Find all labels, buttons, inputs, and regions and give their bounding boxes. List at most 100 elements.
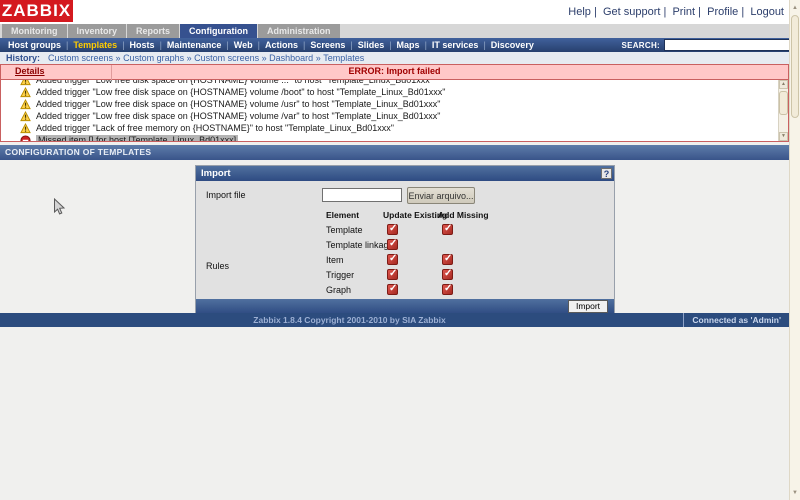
- import-panel-header: Import ?: [196, 166, 614, 181]
- log-row-error: Missed item [] for host [Template_Linux_…: [1, 134, 788, 141]
- page-scrollbar-thumb[interactable]: [791, 15, 799, 118]
- connected-as-text: Connected as 'Admin': [683, 313, 789, 327]
- tab-monitoring[interactable]: Monitoring: [2, 24, 67, 38]
- log-scrollbar[interactable]: ▲ ▼: [778, 80, 788, 141]
- copyright-text: Zabbix 1.8.4 Copyright 2001-2010 by SIA …: [253, 315, 446, 325]
- history-item-1[interactable]: Custom screens: [48, 53, 113, 63]
- checkbox-graph-update[interactable]: [387, 283, 398, 295]
- subnav-maps[interactable]: Maps: [384, 40, 420, 50]
- scroll-down-icon[interactable]: ▼: [790, 489, 800, 497]
- section-title-bar: CONFIGURATION OF TEMPLATES: [0, 145, 789, 160]
- rules-label: Rules: [206, 261, 230, 271]
- browse-file-button[interactable]: Enviar arquivo...: [407, 187, 475, 204]
- search-box: SEARCH:: [621, 39, 792, 51]
- rule-label: Item: [326, 254, 344, 265]
- import-log-list: Added trigger "Low free disk space on {H…: [1, 80, 788, 141]
- log-text: Added trigger "Low free disk space on {H…: [36, 111, 441, 121]
- subnav-slides[interactable]: Slides: [345, 40, 385, 50]
- subnav-hosts[interactable]: Hosts: [117, 40, 155, 50]
- mouse-cursor-icon: [53, 197, 66, 221]
- subnav-web[interactable]: Web: [221, 40, 253, 50]
- col-element: Element: [326, 210, 360, 220]
- search-label: SEARCH:: [621, 40, 660, 50]
- rule-row-trigger: Trigger: [326, 267, 614, 282]
- warning-icon: [20, 122, 31, 134]
- log-text: Added trigger "Low free disk space on {H…: [36, 80, 433, 85]
- help-link[interactable]: Help: [568, 6, 591, 18]
- subnav-discovery[interactable]: Discovery: [478, 40, 534, 50]
- logout-link[interactable]: Logout: [738, 6, 784, 18]
- subnav-maintenance[interactable]: Maintenance: [155, 40, 222, 50]
- col-update-existing: Update Existing: [383, 210, 448, 220]
- history-item-3[interactable]: Custom screens: [184, 53, 259, 63]
- tab-inventory[interactable]: Inventory: [67, 24, 127, 38]
- import-error-region: Details ERROR: Import failed Added trigg…: [0, 64, 789, 142]
- history-item-2[interactable]: Custom graphs: [113, 53, 184, 63]
- rules-table: Element Update Existing Add Missing Temp…: [326, 208, 614, 297]
- warning-icon: [20, 86, 31, 98]
- scroll-down-icon[interactable]: ▼: [779, 132, 788, 141]
- search-input[interactable]: [664, 39, 792, 51]
- log-row: Added trigger "Low free disk space on {H…: [1, 98, 788, 110]
- scroll-up-icon[interactable]: ▲: [779, 80, 788, 89]
- rule-label: Graph: [326, 284, 352, 295]
- error-banner: Details ERROR: Import failed: [1, 65, 788, 80]
- page-scrollbar[interactable]: ▲ ▼: [789, 0, 800, 500]
- tab-reports[interactable]: Reports: [127, 24, 180, 38]
- print-link[interactable]: Print: [660, 6, 695, 18]
- warning-icon: [20, 110, 31, 122]
- log-text-selected: Missed item [] for host [Template_Linux_…: [36, 135, 239, 141]
- checkbox-item-add[interactable]: [442, 253, 453, 265]
- tab-administration[interactable]: Administration: [258, 24, 340, 38]
- subnav-screens[interactable]: Screens: [298, 40, 345, 50]
- tab-configuration[interactable]: Configuration: [180, 24, 258, 38]
- import-submit-button[interactable]: Import: [568, 300, 608, 313]
- subnav-actions[interactable]: Actions: [253, 40, 298, 50]
- subnav-it-services[interactable]: IT services: [420, 40, 479, 50]
- col-add-missing: Add Missing: [438, 210, 489, 220]
- checkbox-linkage-update[interactable]: [387, 238, 398, 250]
- checkbox-graph-add[interactable]: [442, 283, 453, 295]
- checkbox-trigger-add[interactable]: [442, 268, 453, 280]
- log-row: Added trigger "Lack of free memory on {H…: [1, 122, 788, 134]
- history-label: History:: [6, 53, 41, 63]
- import-panel-body: Import file Enviar arquivo... Rules Elem…: [196, 181, 614, 299]
- log-text: Added trigger "Low free disk space on {H…: [36, 87, 446, 97]
- rule-row-template: Template: [326, 222, 614, 237]
- rule-row-graph: Graph: [326, 282, 614, 297]
- history-item-5[interactable]: Templates: [313, 53, 364, 63]
- log-row: Added trigger "Low free disk space on {H…: [1, 86, 788, 98]
- error-icon: [20, 134, 31, 141]
- checkbox-template-update[interactable]: [387, 223, 398, 235]
- checkbox-item-update[interactable]: [387, 253, 398, 265]
- subnav-host-groups[interactable]: Host groups: [8, 40, 61, 50]
- rule-row-item: Item: [326, 252, 614, 267]
- history-item-4[interactable]: Dashboard: [259, 53, 313, 63]
- checkbox-template-add[interactable]: [442, 223, 453, 235]
- help-icon[interactable]: ?: [601, 168, 612, 179]
- log-text: Added trigger "Low free disk space on {H…: [36, 99, 441, 109]
- log-text: Added trigger "Lack of free memory on {H…: [36, 123, 394, 133]
- history-bar: History: Custom screens Custom graphs Cu…: [0, 52, 800, 64]
- sub-navigation: Host groups Templates Hosts Maintenance …: [0, 38, 800, 52]
- import-file-label: Import file: [206, 190, 246, 200]
- warning-icon: [20, 98, 31, 110]
- import-file-input[interactable]: [322, 188, 402, 202]
- log-row: Added trigger "Low free disk space on {H…: [1, 110, 788, 122]
- zabbix-logo: ZABBIX: [0, 0, 73, 22]
- rule-label: Trigger: [326, 269, 355, 280]
- log-scrollbar-thumb[interactable]: [779, 91, 788, 115]
- import-panel: Import ? Import file Enviar arquivo... R…: [195, 165, 615, 315]
- scroll-up-icon[interactable]: ▲: [790, 4, 800, 12]
- rule-row-template-linkage: Template linkage: [326, 237, 614, 252]
- import-panel-title: Import: [201, 168, 231, 179]
- error-message: ERROR: Import failed: [348, 66, 441, 76]
- checkbox-trigger-update[interactable]: [387, 268, 398, 280]
- top-header: ZABBIX HelpGet supportPrintProfileLogout: [0, 0, 800, 24]
- import-panel-footer: Import: [196, 299, 614, 314]
- rules-table-header: Element Update Existing Add Missing: [326, 208, 614, 222]
- profile-link[interactable]: Profile: [695, 6, 738, 18]
- subnav-templates[interactable]: Templates: [61, 40, 117, 50]
- rule-label: Template linkage: [326, 239, 394, 250]
- get-support-link[interactable]: Get support: [591, 6, 661, 18]
